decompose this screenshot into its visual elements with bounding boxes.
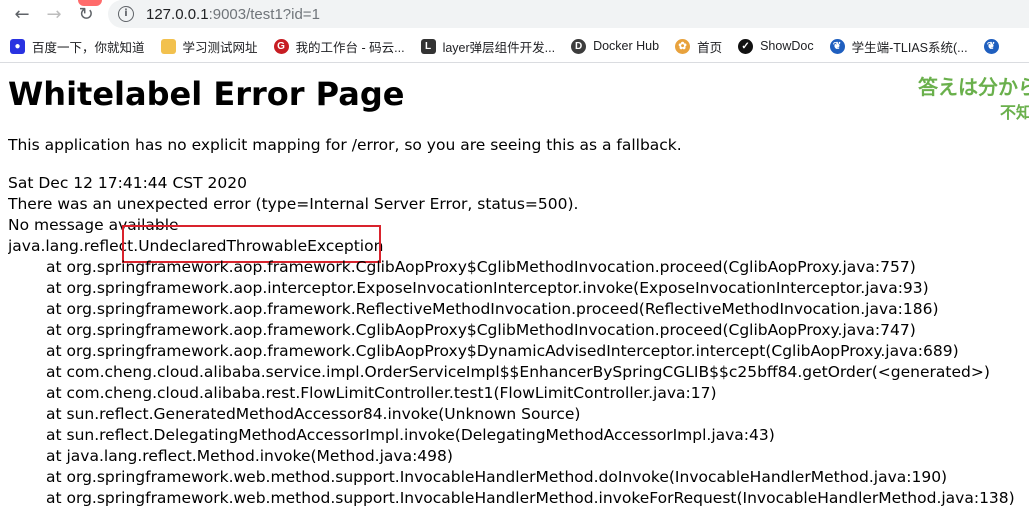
bookmark-showdoc[interactable]: ✓ ShowDoc (732, 33, 820, 59)
site-info-icon[interactable]: i (118, 6, 134, 22)
folder-icon (160, 38, 176, 54)
url-host: 127.0.0.1 (146, 5, 209, 23)
stack-trace-line: at org.springframework.web.method.suppor… (46, 468, 948, 486)
bookmark-label: 首页 (697, 40, 723, 55)
stack-trace-line: at java.lang.reflect.Method.invoke(Metho… (46, 447, 453, 465)
baidu-icon: ● (10, 38, 25, 54)
bookmark-layer[interactable]: L layer弹层组件开发... (415, 33, 562, 59)
stack-trace-line: at com.cheng.cloud.alibaba.service.impl.… (46, 363, 990, 381)
bookmark-label: ShowDoc (760, 39, 814, 53)
bookmark-baidu[interactable]: ● 百度一下，你就知道 (4, 33, 151, 59)
stack-trace-line: at sun.reflect.GeneratedMethodAccessor84… (46, 405, 581, 423)
bookmark-label: 我的工作台 - 码云... (295, 40, 405, 55)
page-content: Whitelabel Error Page This application h… (8, 63, 1029, 515)
back-arrow-icon[interactable]: ← (10, 2, 34, 26)
url-path: :9003/test1?id=1 (208, 5, 320, 23)
gitee-icon: G (273, 38, 289, 54)
home-logo-icon: ✿ (675, 38, 691, 54)
tlias-icon-2: ❦ (983, 38, 999, 54)
stack-trace-line: at org.springframework.web.method.suppor… (46, 489, 1015, 507)
bookmark-home[interactable]: ✿ 首页 (669, 33, 728, 59)
showdoc-icon: ✓ (738, 38, 754, 54)
stack-trace-line: at sun.reflect.DelegatingMethodAccessorI… (46, 426, 775, 444)
stack-trace-line: at org.springframework.aop.framework.Ref… (46, 300, 939, 318)
bookmarks-bar: ● 百度一下，你就知道 学习测试网址 G 我的工作台 - 码云... L lay… (0, 32, 1029, 60)
stack-trace-line: at com.cheng.cloud.alibaba.rest.FlowLimi… (46, 384, 717, 402)
overlay-text-secondary: 不知 (1000, 103, 1029, 122)
address-bar[interactable]: i 127.0.0.1:9003/test1?id=1 (108, 0, 1029, 28)
overlay-text: 答えは分から (918, 75, 1029, 99)
stack-trace-line: at org.springframework.aop.framework.Cgl… (46, 258, 916, 276)
bookmark-folder-study[interactable]: 学习测试网址 (155, 33, 264, 59)
bookmark-tlias-2[interactable]: ❦ (978, 33, 1012, 59)
bookmark-docker-hub[interactable]: D Docker Hub (565, 33, 665, 59)
layer-icon: L (420, 38, 436, 54)
docker-icon: D (571, 38, 587, 54)
stack-trace-line: at org.springframework.aop.interceptor.E… (46, 279, 929, 297)
error-timestamp: Sat Dec 12 17:41:44 CST 2020 (8, 174, 247, 192)
forward-arrow-icon[interactable]: → (42, 2, 66, 26)
bookmark-tlias[interactable]: ❦ 学生端-TLIAS系统(... (824, 33, 974, 59)
reload-icon[interactable]: ↻ (74, 2, 98, 26)
bookmark-label: 学生端-TLIAS系统(... (851, 40, 968, 55)
bookmark-label: layer弹层组件开发... (442, 40, 556, 55)
bookmark-label: 学习测试网址 (182, 40, 258, 55)
bookmark-label: 百度一下，你就知道 (32, 40, 145, 55)
stack-trace-line: at org.springframework.aop.framework.Cgl… (46, 342, 959, 360)
page-title: Whitelabel Error Page (8, 75, 405, 113)
browser-toolbar: ← → ↻ i 127.0.0.1:9003/test1?id=1 (0, 0, 1029, 30)
stack-trace: at org.springframework.aop.framework.Cgl… (46, 257, 1029, 509)
bookmark-gitee[interactable]: G 我的工作台 - 码云... (268, 33, 411, 59)
fallback-text: This application has no explicit mapping… (8, 136, 682, 154)
error-description: There was an unexpected error (type=Inte… (8, 195, 579, 213)
tlias-icon: ❦ (829, 38, 845, 54)
stack-trace-line: at org.springframework.aop.framework.Cgl… (46, 321, 916, 339)
bookmark-label: Docker Hub (593, 39, 660, 53)
url-text[interactable]: 127.0.0.1:9003/test1?id=1 (146, 6, 320, 23)
